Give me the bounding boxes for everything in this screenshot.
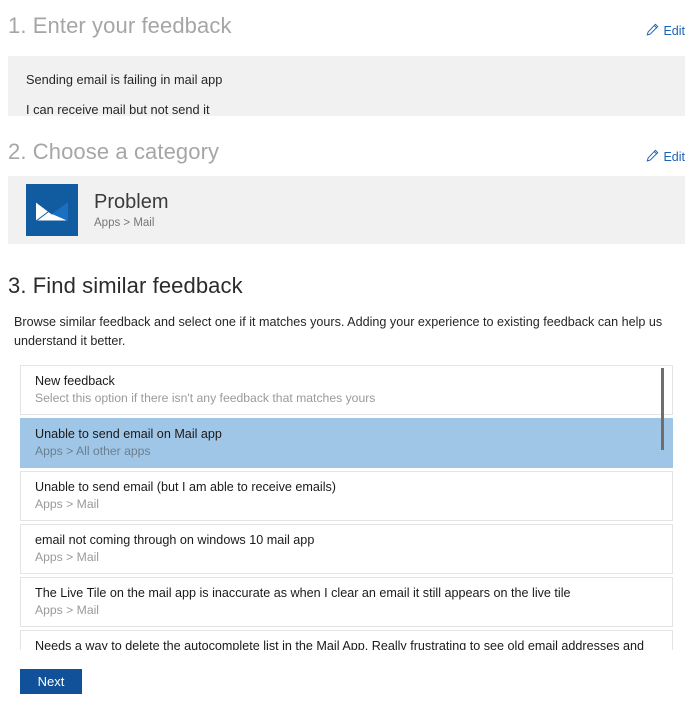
- list-item[interactable]: Unable to send email on Mail app Apps > …: [20, 418, 673, 468]
- similar-feedback-list[interactable]: New feedback Select this option if there…: [20, 365, 673, 650]
- next-button[interactable]: Next: [20, 669, 82, 694]
- list-item-title: Needs a way to delete the autocomplete l…: [35, 639, 645, 650]
- section-enter-feedback: 1. Enter your feedback Edit: [0, 12, 693, 40]
- step-2-title: 2. Choose a category: [8, 139, 220, 164]
- category-panel: Problem Apps > Mail: [8, 176, 685, 244]
- category-text: Problem Apps > Mail: [94, 190, 168, 231]
- list-item[interactable]: email not coming through on windows 10 m…: [20, 524, 673, 574]
- edit-feedback-label: Edit: [663, 24, 685, 38]
- list-item-title: email not coming through on windows 10 m…: [35, 533, 315, 547]
- list-item[interactable]: Unable to send email (but I am able to r…: [20, 471, 673, 521]
- list-item-title: The Live Tile on the mail app is inaccur…: [35, 586, 571, 600]
- edit-category-link[interactable]: Edit: [646, 149, 693, 165]
- list-item-subtitle: Select this option if there isn't any fe…: [35, 391, 376, 405]
- list-item[interactable]: New feedback Select this option if there…: [20, 365, 673, 415]
- step-1-header: 1. Enter your feedback Edit: [0, 12, 693, 40]
- similar-feedback-description: Browse similar feedback and select one i…: [14, 315, 663, 348]
- list-item-subtitle: Apps > Mail: [35, 497, 100, 511]
- feedback-hub-page: 1. Enter your feedback Edit Sending emai…: [0, 0, 693, 708]
- section-choose-category: 2. Choose a category Edit: [0, 138, 693, 166]
- edit-feedback-link[interactable]: Edit: [646, 23, 693, 39]
- feedback-summary-text: Sending email is failing in mail app: [26, 72, 223, 87]
- list-item[interactable]: Needs a way to delete the autocomplete l…: [20, 630, 673, 650]
- list-item-title: New feedback: [35, 374, 115, 388]
- list-item-title: Unable to send email on Mail app: [35, 427, 222, 441]
- step-3-title: 3. Find similar feedback: [8, 273, 243, 298]
- feedback-summary-panel: Sending email is failing in mail app I c…: [8, 56, 685, 117]
- list-item[interactable]: The Live Tile on the mail app is inaccur…: [20, 577, 673, 627]
- category-path: Apps > Mail: [94, 216, 155, 229]
- list-item-title: Unable to send email (but I am able to r…: [35, 480, 336, 494]
- edit-category-label: Edit: [663, 150, 685, 164]
- pencil-icon: [646, 23, 659, 39]
- list-scrollbar-thumb[interactable]: [661, 368, 664, 450]
- list-item-subtitle: Apps > All other apps: [35, 444, 151, 458]
- list-item-subtitle: Apps > Mail: [35, 550, 100, 564]
- feedback-details-text: I can receive mail but not send it: [26, 102, 210, 117]
- section-find-similar: 3. Find similar feedback: [0, 272, 693, 300]
- category-type: Problem: [94, 190, 169, 213]
- step-1-title: 1. Enter your feedback: [8, 13, 232, 38]
- pencil-icon: [646, 149, 659, 165]
- mail-envelope-icon: [26, 184, 78, 236]
- step-2-header: 2. Choose a category Edit: [0, 138, 693, 166]
- list-item-subtitle: Apps > Mail: [35, 603, 100, 617]
